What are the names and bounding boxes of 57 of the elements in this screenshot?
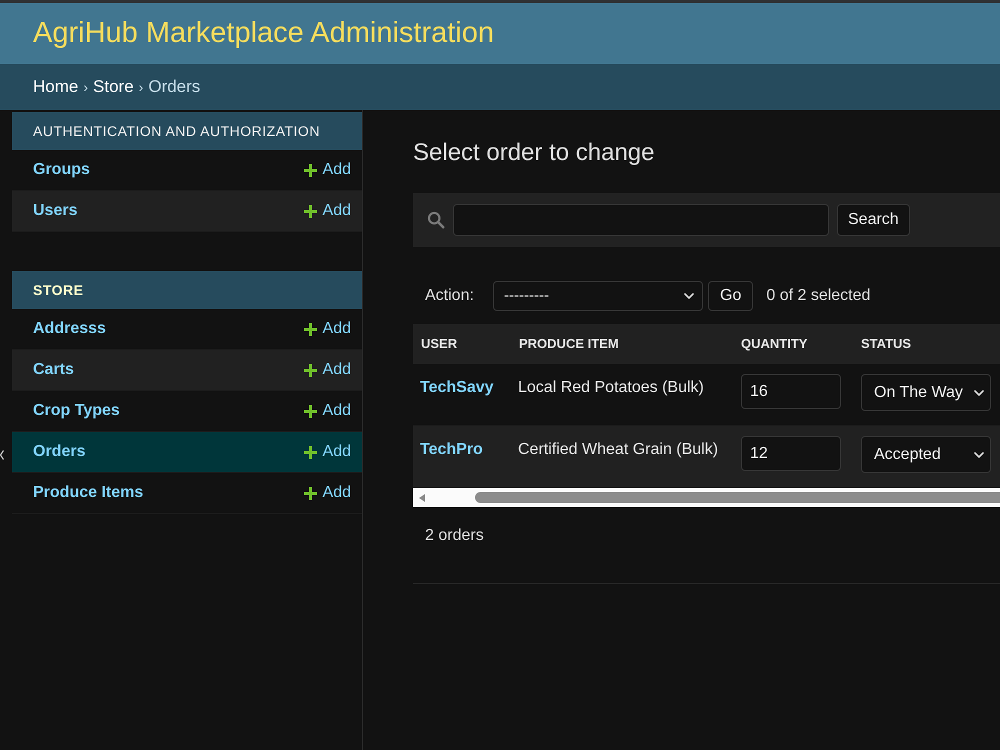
- quantity-field[interactable]: 16: [741, 374, 841, 409]
- scrollbar-thumb[interactable]: [475, 492, 1000, 503]
- chevron-down-icon: [974, 452, 984, 458]
- search-icon: [427, 211, 445, 229]
- module-caption[interactable]: AUTHENTICATION AND AUTHORIZATION: [33, 120, 320, 142]
- status-select[interactable]: On The Way: [861, 374, 991, 411]
- add-link[interactable]: Add: [322, 481, 351, 505]
- status-select[interactable]: Accepted: [861, 436, 991, 473]
- go-button[interactable]: Go: [708, 281, 754, 311]
- plus-icon: [304, 364, 317, 376]
- add-link[interactable]: Add: [322, 440, 351, 464]
- plus-icon: [304, 404, 317, 418]
- add-link[interactable]: Add: [322, 199, 351, 223]
- page-title: Select order to change: [413, 138, 656, 168]
- model-link[interactable]: Addresss: [33, 317, 106, 341]
- site-title[interactable]: AgriHub Marketplace Administration: [33, 19, 494, 48]
- model-link[interactable]: Produce Items: [33, 481, 144, 505]
- plus-icon: [304, 486, 317, 500]
- quantity-field[interactable]: 12: [741, 436, 841, 471]
- breadcrumb-current: Orders: [148, 76, 200, 98]
- chevron-down-icon: [974, 390, 984, 396]
- plus-icon: [304, 164, 317, 176]
- search-field[interactable]: [453, 204, 829, 236]
- chevron-left-icon[interactable]: [0, 450, 4, 460]
- add-link[interactable]: Add: [322, 317, 351, 341]
- plus-icon: [304, 446, 317, 458]
- selection-counter: 0 of 2 selected: [766, 286, 870, 306]
- plus-icon: [304, 322, 317, 336]
- breadcrumb-separator: ›: [82, 78, 90, 96]
- produce-item-text: Local Red Potatoes (Bulk): [518, 379, 704, 396]
- breadcrumb-link[interactable]: Store: [93, 74, 134, 100]
- column-header[interactable]: PRODUCE ITEM: [511, 334, 619, 354]
- column-header[interactable]: QUANTITY: [733, 334, 808, 354]
- column-header[interactable]: STATUS: [853, 334, 912, 354]
- action-select[interactable]: ---------: [493, 281, 703, 311]
- model-link[interactable]: Orders: [33, 440, 86, 464]
- add-link[interactable]: Add: [322, 399, 351, 423]
- action-label: Action:: [425, 286, 475, 306]
- result-count: 2 orders: [425, 527, 484, 544]
- horizontal-scrollbar[interactable]: [413, 488, 1000, 507]
- scroll-left-arrow-icon[interactable]: [419, 494, 425, 502]
- search-button[interactable]: Search: [837, 204, 910, 236]
- plus-icon: [304, 204, 317, 218]
- model-link[interactable]: Groups: [33, 158, 90, 182]
- model-link[interactable]: Users: [33, 199, 78, 223]
- user-link[interactable]: TechSavy: [420, 379, 494, 396]
- model-link[interactable]: Crop Types: [33, 399, 120, 423]
- add-link[interactable]: Add: [322, 358, 351, 382]
- breadcrumb-separator: ›: [138, 78, 144, 96]
- add-link[interactable]: Add: [322, 158, 351, 182]
- chevron-down-icon: [684, 293, 694, 299]
- column-header[interactable]: USER: [413, 334, 458, 354]
- breadcrumb-link[interactable]: Home: [33, 74, 78, 100]
- produce-item-text: Certified Wheat Grain (Bulk): [518, 441, 718, 458]
- module-caption[interactable]: STORE: [33, 280, 84, 300]
- model-link[interactable]: Carts: [33, 358, 74, 382]
- user-link[interactable]: TechPro: [420, 441, 483, 458]
